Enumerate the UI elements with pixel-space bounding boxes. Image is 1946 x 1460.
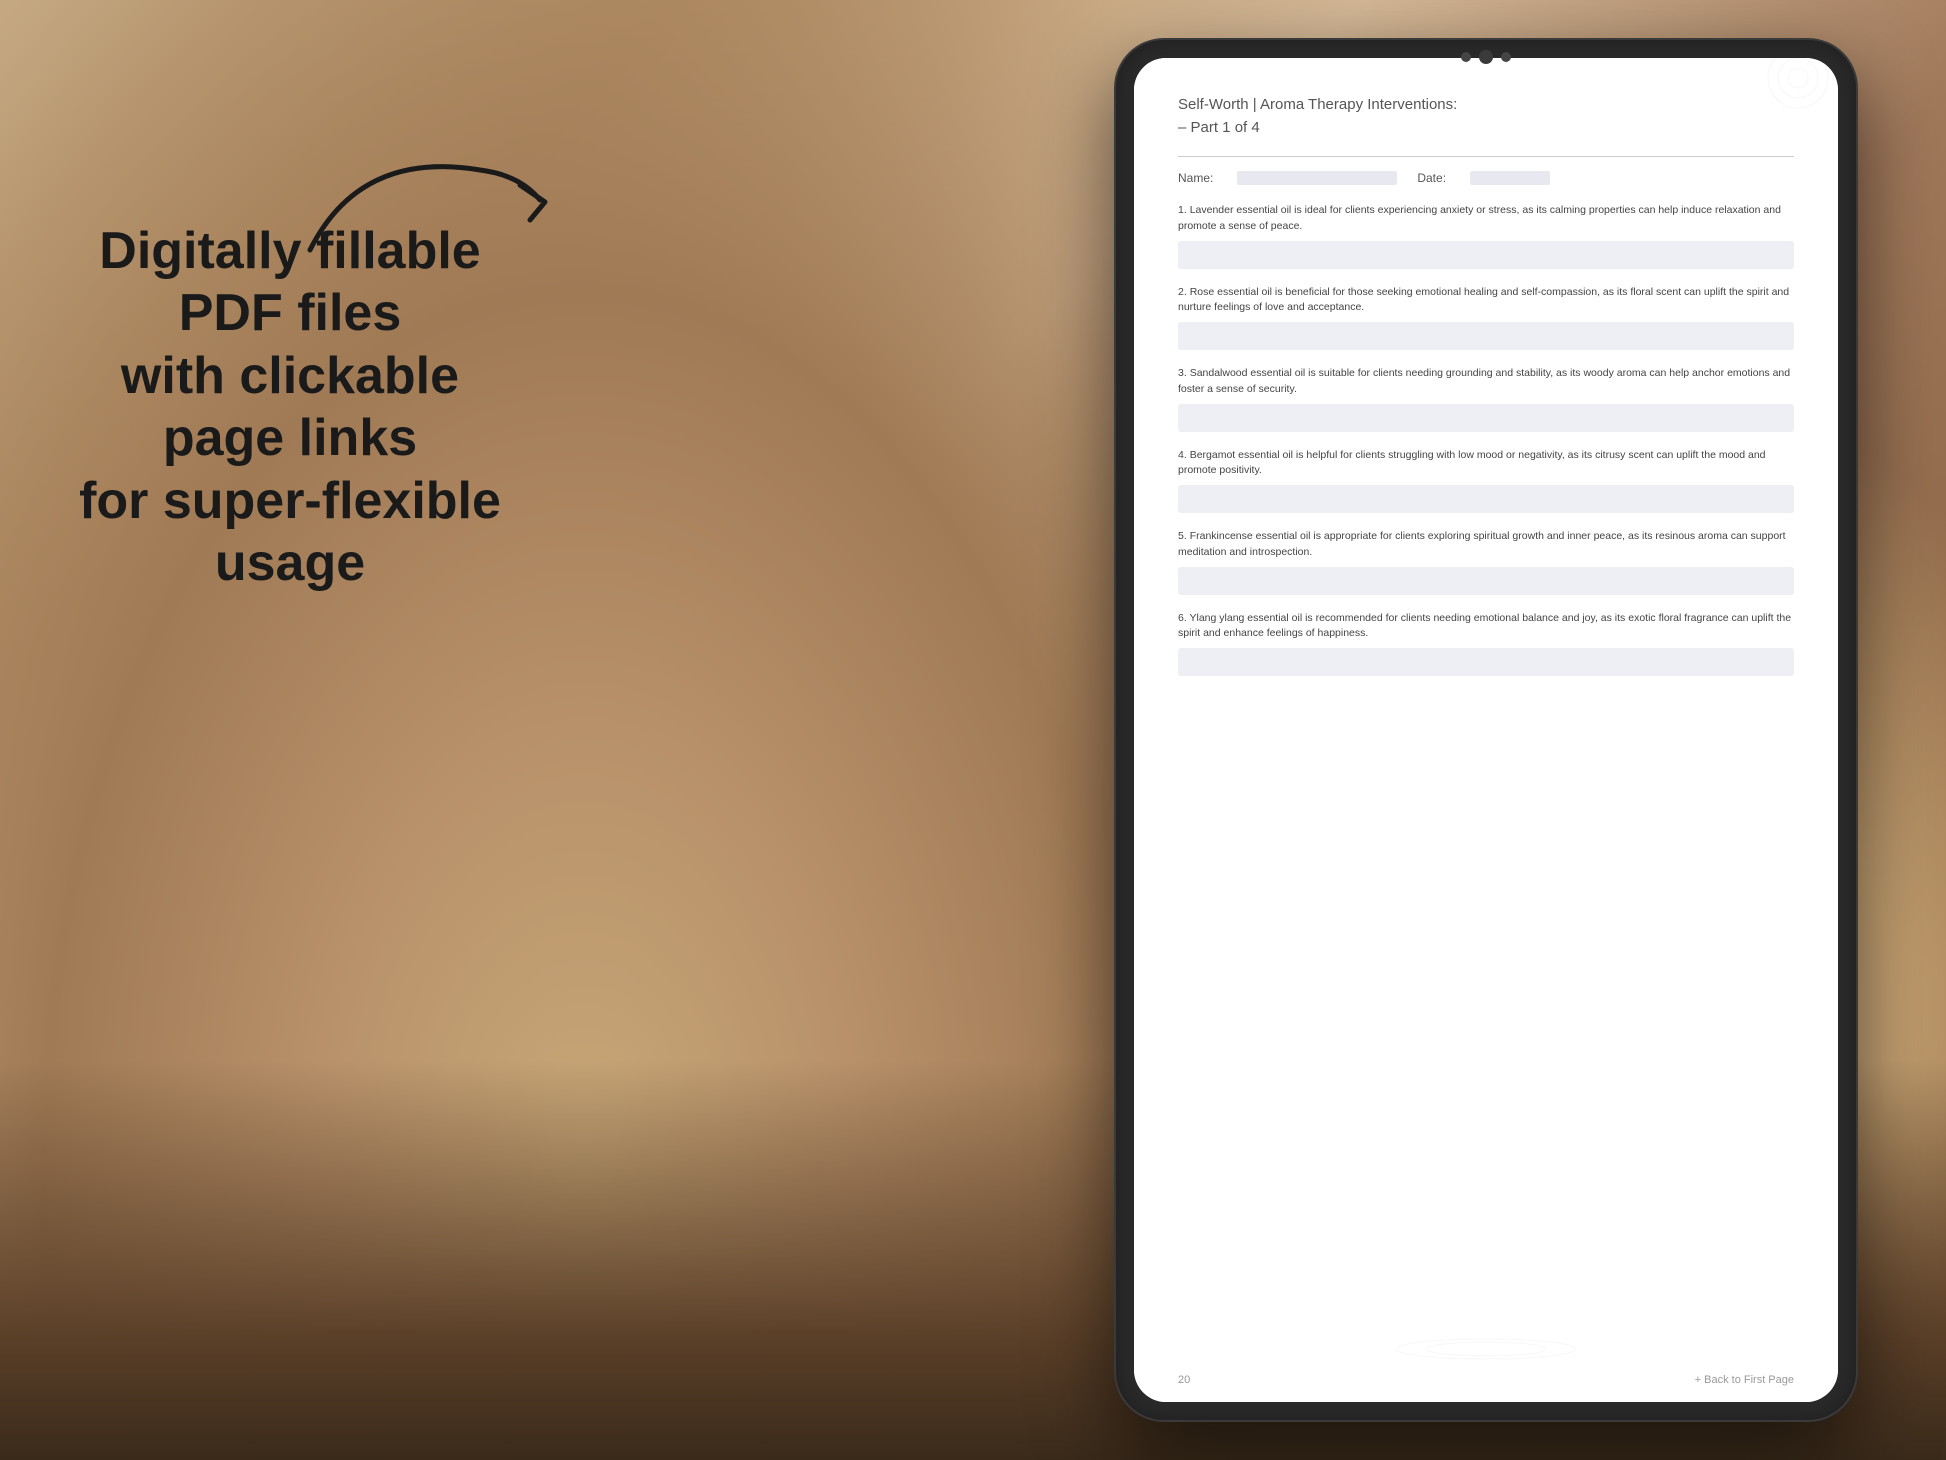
pdf-item-5-input[interactable]	[1178, 567, 1794, 595]
pdf-date-label: Date:	[1417, 171, 1446, 185]
pdf-item-1-text: 1. Lavender essential oil is ideal for c…	[1178, 203, 1794, 235]
pdf-item-3: 3. Sandalwood essential oil is suitable …	[1178, 366, 1794, 432]
pdf-item-2: 2. Rose essential oil is beneficial for …	[1178, 285, 1794, 351]
pdf-item-5: 5. Frankincense essential oil is appropr…	[1178, 529, 1794, 595]
pdf-item-4-input[interactable]	[1178, 485, 1794, 513]
pdf-item-1: 1. Lavender essential oil is ideal for c…	[1178, 203, 1794, 269]
pdf-header-divider	[1178, 156, 1794, 157]
tablet-body: Self-Worth | Aroma Therapy Interventions…	[1116, 40, 1856, 1420]
pdf-name-label: Name:	[1178, 171, 1213, 185]
pdf-item-2-text: 2. Rose essential oil is beneficial for …	[1178, 285, 1794, 317]
promo-text: Digitally fillable PDF files with clicka…	[60, 220, 520, 594]
promo-text-block: Digitally fillable PDF files with clicka…	[60, 220, 520, 594]
pdf-footer: 20 + Back to First Page	[1178, 1374, 1794, 1386]
pdf-item-2-input[interactable]	[1178, 322, 1794, 350]
camera-dot-right	[1501, 52, 1511, 62]
camera-dot-center	[1479, 50, 1493, 64]
pdf-item-6-input[interactable]	[1178, 648, 1794, 676]
pdf-name-input[interactable]	[1237, 171, 1397, 185]
pdf-item-3-input[interactable]	[1178, 404, 1794, 432]
pdf-item-6: 6. Ylang ylang essential oil is recommen…	[1178, 611, 1794, 677]
tablet-screen: Self-Worth | Aroma Therapy Interventions…	[1134, 58, 1838, 1402]
floral-watermark-bottom	[1386, 1329, 1586, 1374]
tablet: Self-Worth | Aroma Therapy Interventions…	[1116, 40, 1856, 1420]
pdf-item-5-text: 5. Frankincense essential oil is appropr…	[1178, 529, 1794, 561]
pdf-item-6-text: 6. Ylang ylang essential oil is recommen…	[1178, 611, 1794, 643]
pdf-item-4: 4. Bergamot essential oil is helpful for…	[1178, 448, 1794, 514]
pdf-item-1-input[interactable]	[1178, 241, 1794, 269]
pdf-title: Self-Worth | Aroma Therapy Interventions…	[1178, 94, 1794, 115]
pdf-page: Self-Worth | Aroma Therapy Interventions…	[1134, 58, 1838, 1402]
pdf-item-3-text: 3. Sandalwood essential oil is suitable …	[1178, 366, 1794, 398]
floral-watermark-top	[1718, 58, 1838, 143]
tablet-camera	[1461, 50, 1511, 64]
pdf-name-date-row: Name: Date:	[1178, 171, 1794, 185]
pdf-date-input[interactable]	[1470, 171, 1550, 185]
pdf-subtitle: – Part 1 of 4	[1178, 119, 1794, 136]
pdf-item-4-text: 4. Bergamot essential oil is helpful for…	[1178, 448, 1794, 480]
pdf-items-list: 1. Lavender essential oil is ideal for c…	[1178, 203, 1794, 676]
camera-dot-left	[1461, 52, 1471, 62]
pdf-back-link[interactable]: + Back to First Page	[1695, 1374, 1794, 1386]
pdf-page-number: 20	[1178, 1374, 1190, 1386]
